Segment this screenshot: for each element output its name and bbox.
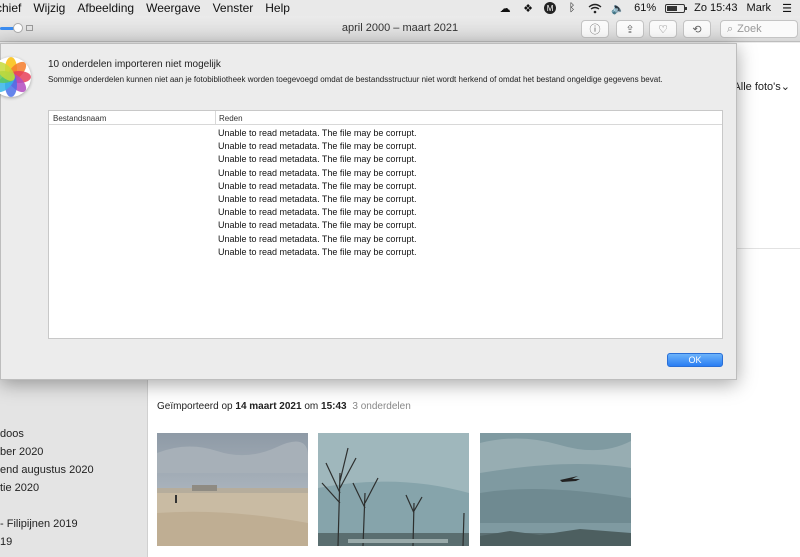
photo-thumbnail[interactable]	[157, 433, 308, 546]
ok-button[interactable]: OK	[667, 353, 723, 367]
cloud-icon[interactable]: ☁	[498, 3, 512, 15]
table-row[interactable]: Unable to read metadata. The file may be…	[218, 220, 416, 230]
menu-archief[interactable]: chief	[0, 1, 27, 15]
table-row[interactable]: Unable to read metadata. The file may be…	[218, 154, 416, 164]
user-name[interactable]: Mark	[747, 2, 771, 14]
notification-center-icon[interactable]: ☰	[780, 3, 794, 15]
share-icon: ⇪	[625, 23, 635, 36]
sidebar-item-doos[interactable]: doos	[0, 428, 24, 440]
wifi-icon[interactable]	[588, 3, 602, 14]
column-divider	[215, 111, 216, 125]
sidebar-item-filipijnen-2019[interactable]: - Filipijnen 2019	[0, 518, 78, 530]
volume-icon[interactable]: 🔈	[611, 3, 625, 15]
menu-help[interactable]: Help	[259, 1, 296, 15]
search-icon: ⌕	[727, 22, 734, 35]
table-row[interactable]: Unable to read metadata. The file may be…	[218, 207, 416, 217]
table-row[interactable]: Unable to read metadata. The file may be…	[218, 168, 416, 178]
menu-wijzig[interactable]: Wijzig	[27, 1, 71, 15]
dialog-title: 10 onderdelen importeren niet mogelijk	[48, 59, 221, 70]
status-area: ☁ ❖ M ᛒ 🔈 61% Zo 15:43 Mark ☰	[498, 0, 794, 16]
table-row[interactable]: Unable to read metadata. The file may be…	[218, 234, 416, 244]
table-row[interactable]: Unable to read metadata. The file may be…	[218, 194, 416, 204]
info-button[interactable]: ⓘ	[581, 20, 609, 38]
photo-thumbnail[interactable]	[318, 433, 469, 546]
malwarebytes-icon[interactable]: M	[544, 2, 557, 14]
favorite-button[interactable]: ♡	[649, 20, 677, 38]
import-error-dialog: 10 onderdelen importeren niet mogelijk S…	[0, 43, 737, 380]
search-placeholder: Zoek	[737, 23, 762, 35]
sidebar-item-augustus-2020[interactable]: end augustus 2020	[0, 464, 94, 476]
bluetooth-icon[interactable]: ᛒ	[565, 2, 579, 14]
menu-weergave[interactable]: Weergave	[140, 1, 206, 15]
import-prefix: Geïmporteerd op	[157, 401, 233, 412]
menu-venster[interactable]: Venster	[207, 1, 260, 15]
battery-icon[interactable]	[665, 3, 688, 13]
battery-level-fill	[667, 5, 678, 11]
table-row[interactable]: Unable to read metadata. The file may be…	[218, 141, 416, 151]
sidebar-item-2020a[interactable]: ber 2020	[0, 446, 43, 458]
sidebar-item-2019[interactable]: 19	[0, 536, 12, 548]
rotate-icon: ⟲	[692, 23, 702, 36]
column-header-reden[interactable]: Reden	[219, 114, 243, 123]
import-date: 14 maart 2021	[235, 401, 302, 412]
heart-icon: ♡	[658, 23, 668, 36]
dialog-message: Sommige onderdelen kunnen niet aan je fo…	[48, 75, 663, 84]
menu-afbeelding[interactable]: Afbeelding	[71, 1, 140, 15]
photos-app-icon	[0, 57, 31, 97]
window-title: april 2000 – maart 2021	[341, 22, 459, 34]
table-row[interactable]: Unable to read metadata. The file may be…	[218, 247, 416, 257]
info-icon: ⓘ	[589, 24, 601, 36]
menu-bar: chief Wijzig Afbeelding Weergave Venster…	[0, 0, 800, 16]
share-button[interactable]: ⇪	[616, 20, 644, 38]
import-time: 15:43	[321, 401, 347, 412]
column-header-bestandsnaam[interactable]: Bestandsnaam	[53, 114, 106, 123]
chevron-down-icon: ⌄	[780, 81, 790, 93]
table-row[interactable]: Unable to read metadata. The file may be…	[218, 181, 416, 191]
battery-percent: 61%	[634, 2, 657, 14]
error-table[interactable]: Bestandsnaam Reden Unable to read metada…	[48, 110, 723, 339]
dropbox-icon[interactable]: ❖	[521, 3, 535, 15]
photo-thumbnail[interactable]	[480, 433, 631, 546]
clock[interactable]: Zo 15:43	[694, 2, 737, 14]
sidebar-item-2020b[interactable]: tie 2020	[0, 482, 39, 494]
filter-label: Alle foto's	[733, 81, 781, 93]
table-row[interactable]: Unable to read metadata. The file may be…	[218, 128, 416, 138]
search-field[interactable]: ⌕ Zoek	[720, 20, 798, 38]
import-count: 3 onderdelen	[352, 401, 411, 412]
table-header: Bestandsnaam Reden	[49, 111, 722, 125]
import-middle: om	[304, 401, 319, 412]
rotate-button[interactable]: ⟲	[683, 20, 711, 38]
filter-dropdown[interactable]: Alle foto's⌄	[733, 80, 790, 93]
window-toolbar: april 2000 – maart 2021 ⓘ ⇪ ♡ ⟲ ⌕ Zoek	[0, 16, 800, 42]
import-header: Geïmporteerd op 14 maart 2021 om 15:43 3…	[157, 401, 411, 412]
